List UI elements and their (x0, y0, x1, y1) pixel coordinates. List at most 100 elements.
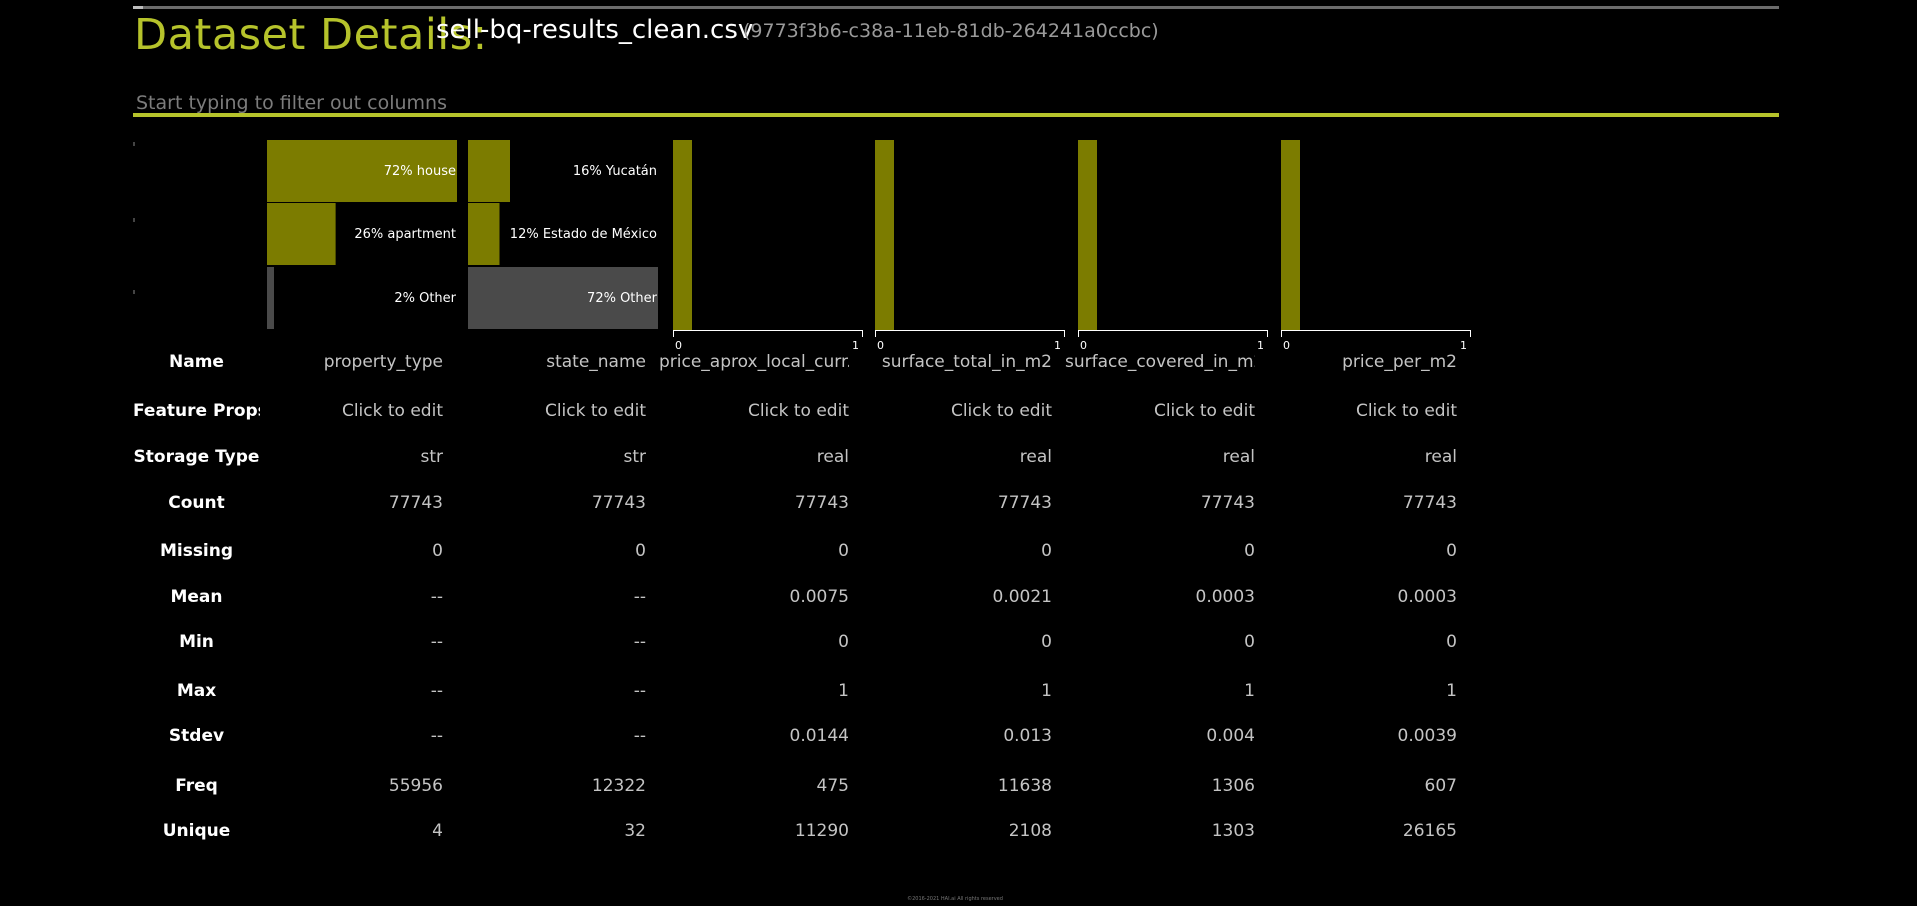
stats-row-missing: Missing 0 0 0 0 0 0 (133, 541, 1473, 571)
cell-max: 1 (1041, 681, 1052, 701)
row-label-storage-type: Storage Type (133, 447, 260, 467)
feature-props-edit-button[interactable]: Click to edit (659, 401, 849, 421)
cell-freq: 55956 (388, 776, 443, 796)
stats-row-unique: Unique 4 32 11290 2108 1303 26165 (133, 821, 1473, 851)
cell-unique: 4 (432, 821, 443, 841)
cell-unique: 32 (624, 821, 646, 841)
cell-unique: 11290 (794, 821, 849, 841)
cell-storage-type: real (1424, 447, 1457, 467)
row-label-unique: Unique (162, 821, 231, 841)
cell-name: property_type (323, 352, 443, 372)
axis-tick-label: 1 (852, 339, 859, 350)
cell-count: 77743 (997, 493, 1052, 513)
category-bar (468, 203, 500, 265)
cell-stdev: 0.0144 (789, 726, 849, 746)
cell-stdev: 0.013 (1003, 726, 1052, 746)
stats-row-storage-type: Storage Type str str real real real real (133, 447, 1473, 477)
cell-freq: 475 (816, 776, 849, 796)
footer-copyright: ©2016-2021 HAI.ai All rights reserved (907, 896, 1003, 902)
feature-props-edit-button[interactable]: Click to edit (456, 401, 646, 421)
cell-missing: 0 (1041, 541, 1052, 561)
cell-count: 77743 (388, 493, 443, 513)
cell-max: -- (633, 681, 646, 701)
category-bar-label: 26% apartment (354, 227, 456, 242)
cell-min: -- (633, 632, 646, 652)
row-label-name: Name (169, 352, 224, 372)
histogram-bar (1281, 140, 1300, 330)
row-label-stdev: Stdev (168, 726, 225, 746)
cell-storage-type: real (1019, 447, 1052, 467)
cell-name: state_name (546, 352, 646, 372)
cell-storage-type: real (816, 447, 849, 467)
stats-row-freq: Freq 55956 12322 475 11638 1306 607 (133, 776, 1473, 806)
cell-freq: 607 (1424, 776, 1457, 796)
category-bar-label: 16% Yucatán (573, 164, 657, 179)
cell-min: 0 (838, 632, 849, 652)
cell-storage-type: str (420, 447, 443, 467)
category-bar (267, 203, 336, 265)
row-label-mean: Mean (170, 587, 223, 607)
row-marker (133, 142, 135, 146)
cell-mean: 0.0021 (992, 587, 1052, 607)
cell-max: 1 (1446, 681, 1457, 701)
axis-tick-label: 0 (877, 339, 884, 350)
cell-mean: 0.0003 (1195, 587, 1255, 607)
row-label-feature-props: Feature Props (133, 401, 260, 421)
cell-unique: 26165 (1402, 821, 1457, 841)
histogram-bar (673, 140, 692, 330)
stats-row-feature-props: Feature Props Click to edit Click to edit C… (133, 401, 1473, 431)
cell-missing: 0 (635, 541, 646, 561)
cell-freq: 11638 (997, 776, 1052, 796)
cell-count: 77743 (591, 493, 646, 513)
category-bar-label: 12% Estado de México (510, 227, 657, 242)
cell-max: -- (430, 681, 443, 701)
cell-unique: 1303 (1211, 821, 1255, 841)
category-bar (267, 267, 274, 329)
stats-row-mean: Mean -- -- 0.0075 0.0021 0.0003 0.0003 (133, 587, 1473, 617)
category-bar-label: 2% Other (394, 291, 456, 306)
cell-stdev: 0.004 (1206, 726, 1255, 746)
row-label-missing: Missing (159, 541, 234, 561)
cell-mean: 0.0003 (1397, 587, 1457, 607)
cell-min: -- (430, 632, 443, 652)
row-marker (133, 290, 135, 294)
feature-props-edit-button[interactable]: Click to edit (1065, 401, 1255, 421)
cell-min: 0 (1041, 632, 1052, 652)
row-label-count: Count (168, 493, 225, 513)
cell-name: price_aprox_local_curr... (659, 352, 849, 372)
stats-row-max: Max -- -- 1 1 1 1 (133, 681, 1473, 711)
cell-missing: 0 (838, 541, 849, 561)
cell-min: 0 (1446, 632, 1457, 652)
stats-row-min: Min -- -- 0 0 0 0 (133, 632, 1473, 662)
histogram-bar (875, 140, 894, 330)
feature-props-edit-button[interactable]: Click to edit (253, 401, 443, 421)
feature-props-edit-button[interactable]: Click to edit (862, 401, 1052, 421)
row-marker (133, 218, 135, 222)
stats-row-name: Name property_type state_name price_aprox_l… (133, 352, 1473, 382)
cell-mean: -- (430, 587, 443, 607)
histogram-bar (1078, 140, 1097, 330)
axis-tick-label: 1 (1054, 339, 1061, 350)
cell-missing: 0 (432, 541, 443, 561)
cell-mean: -- (633, 587, 646, 607)
category-bar (468, 140, 510, 202)
cell-missing: 0 (1446, 541, 1457, 561)
cell-name: price_per_m2 (1342, 352, 1457, 372)
cell-name: surface_total_in_m2 (881, 352, 1052, 372)
cell-missing: 0 (1244, 541, 1255, 561)
cell-stdev: -- (633, 726, 646, 746)
cell-storage-type: real (1222, 447, 1255, 467)
cell-stdev: -- (430, 726, 443, 746)
column-charts: 72% house 26% apartment 2% Other 16% Yucatá… (133, 140, 1471, 350)
cell-freq: 12322 (591, 776, 646, 796)
row-label-min: Min (179, 632, 214, 652)
cell-max: 1 (838, 681, 849, 701)
cell-max: 1 (1244, 681, 1255, 701)
feature-props-edit-button[interactable]: Click to edit (1267, 401, 1457, 421)
axis-tick-label: 1 (1460, 339, 1467, 350)
cell-storage-type: str (623, 447, 646, 467)
axis-tick-label: 0 (675, 339, 682, 350)
cell-count: 77743 (1200, 493, 1255, 513)
cell-count: 77743 (1402, 493, 1457, 513)
cell-name: surface_covered_in_m2 (1065, 352, 1255, 372)
